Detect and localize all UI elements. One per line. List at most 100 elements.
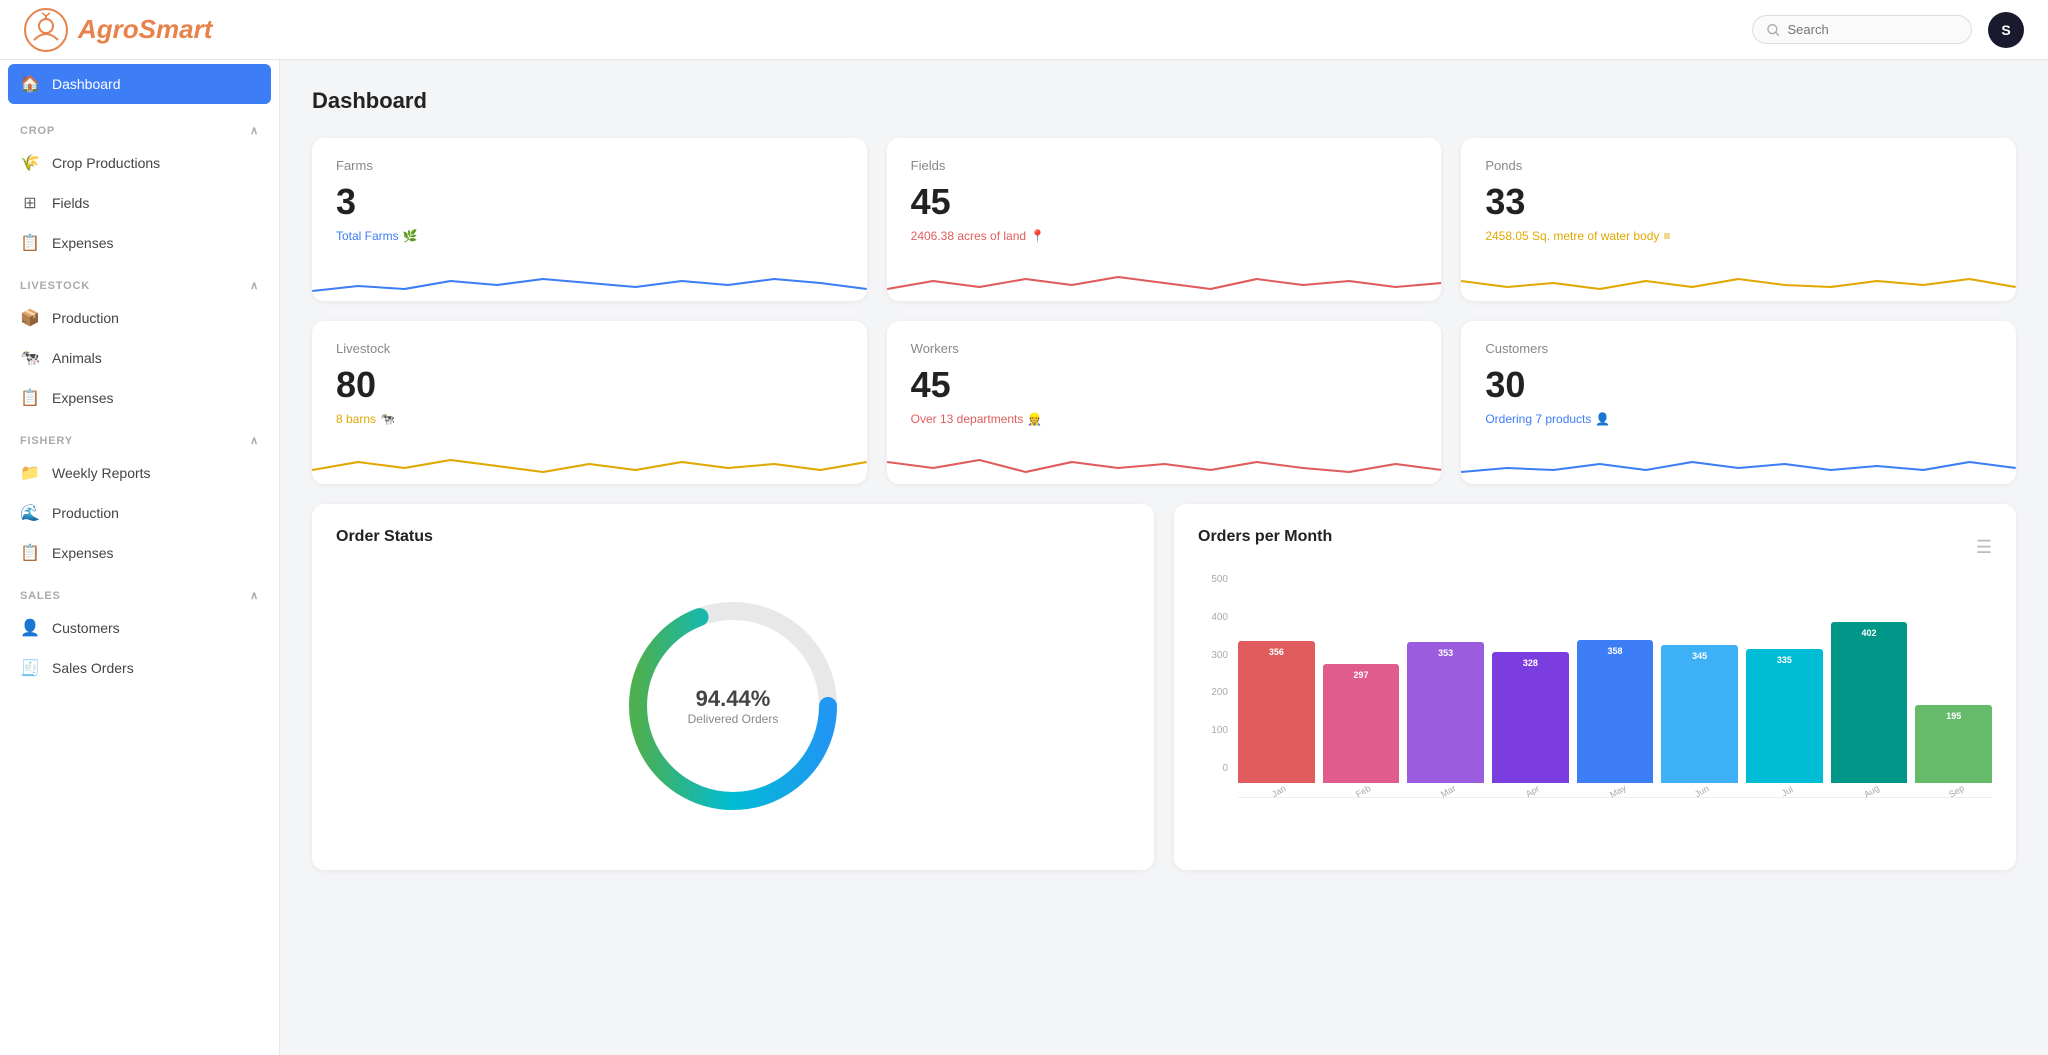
bar-xlabel: Jun <box>1693 783 1711 799</box>
bar-xlabel: Aug <box>1862 783 1881 800</box>
avatar: S <box>1988 12 2024 48</box>
stat-card-fields: Fields 45 2406.38 acres of land 📍 <box>887 138 1442 301</box>
bar-column: 402 Aug <box>1831 622 1908 797</box>
bar-rect: 345 <box>1661 645 1738 783</box>
bar-value: 345 <box>1692 651 1707 661</box>
section-chevron[interactable]: ∧ <box>250 279 259 292</box>
sidebar-item-label: Dashboard <box>52 76 121 92</box>
bar-xlabel: Jan <box>1270 783 1288 799</box>
order-status-title: Order Status <box>336 528 1130 546</box>
bar-column: 195 Sep <box>1915 705 1992 797</box>
sidebar-item-expenses-crop[interactable]: 📋 Expenses <box>0 223 279 263</box>
bar-column: 328 Apr <box>1492 652 1569 797</box>
orders-per-month-panel: Orders per Month ☰ 5004003002001000 356 … <box>1174 504 2016 870</box>
donut-percentage: 94.44% <box>688 686 779 712</box>
stat-label: Livestock <box>336 341 843 356</box>
sidebar-item-animals[interactable]: 🐄 Animals <box>0 338 279 378</box>
bar-rect: 356 <box>1238 641 1315 783</box>
expenses-icon: 📋 <box>20 233 40 253</box>
sidebar-item-label: Expenses <box>52 390 113 406</box>
main-content: Dashboard Farms 3 Total Farms 🌿 Fields 4… <box>280 60 2048 1055</box>
bar-xlabel: Sep <box>1947 783 1966 800</box>
expenses-icon: 📋 <box>20 388 40 408</box>
search-input[interactable] <box>1787 22 1957 37</box>
stat-card-livestock: Livestock 80 8 barns 🐄 <box>312 321 867 484</box>
donut-sub-label: Delivered Orders <box>688 712 779 726</box>
stat-sub: 2406.38 acres of land 📍 <box>911 229 1418 243</box>
sidebar-item-label: Production <box>52 310 119 326</box>
chart-menu-icon[interactable]: ☰ <box>1976 537 1992 558</box>
bar-rect: 195 <box>1915 705 1992 783</box>
sidebar-item-label: Fields <box>52 195 89 211</box>
sidebar-item-expenses-livestock[interactable]: 📋 Expenses <box>0 378 279 418</box>
bar-column: 345 Jun <box>1661 645 1738 797</box>
sidebar-item-sales-orders[interactable]: 🧾 Sales Orders <box>0 648 279 688</box>
app-layout: 🏠 Dashboard CROP ∧ 🌾 Crop Productions ⊞ … <box>0 60 2048 1055</box>
stat-label: Fields <box>911 158 1418 173</box>
section-chevron[interactable]: ∧ <box>250 434 259 447</box>
section-chevron[interactable]: ∧ <box>250 124 259 137</box>
sidebar-item-fields[interactable]: ⊞ Fields <box>0 183 279 223</box>
sparkline <box>887 434 1442 484</box>
bar-value: 356 <box>1269 647 1284 657</box>
sparkline <box>312 434 867 484</box>
bar-chart: 5004003002001000 356 Jan 297 Feb 353 Mar… <box>1198 574 1992 798</box>
bar-rect: 335 <box>1746 649 1823 783</box>
order-status-panel: Order Status <box>312 504 1154 870</box>
sidebar-item-customers[interactable]: 👤 Customers <box>0 608 279 648</box>
sidebar-item-livestock-production[interactable]: 📦 Production <box>0 298 279 338</box>
stat-sub: Total Farms 🌿 <box>336 229 843 243</box>
stat-card-ponds: Ponds 33 2458.05 Sq. metre of water body… <box>1461 138 2016 301</box>
crop-icon: 🌾 <box>20 153 40 173</box>
bar-column: 297 Feb <box>1323 664 1400 797</box>
home-icon: 🏠 <box>20 74 40 94</box>
orders-month-title: Orders per Month <box>1198 528 1332 546</box>
bar-rect: 328 <box>1492 652 1569 783</box>
sidebar-item-dashboard[interactable]: 🏠 Dashboard <box>8 64 271 104</box>
bar-xlabel: Feb <box>1354 783 1372 799</box>
donut-container: 94.44% Delivered Orders <box>336 566 1130 846</box>
page-title: Dashboard <box>312 88 2016 114</box>
sidebar-section-livestock: LIVESTOCK ∧ <box>0 263 279 298</box>
sidebar-item-expenses-fishery[interactable]: 📋 Expenses <box>0 533 279 573</box>
section-label: CROP <box>20 125 55 137</box>
bar-value: 402 <box>1862 628 1877 638</box>
stat-sub: 2458.05 Sq. metre of water body ≡ <box>1485 229 1992 243</box>
header-right: S <box>1752 12 2024 48</box>
stat-label: Workers <box>911 341 1418 356</box>
stat-value: 80 <box>336 364 843 406</box>
bar-xlabel: Apr <box>1524 783 1541 799</box>
customers-icon: 👤 <box>20 618 40 638</box>
stat-label: Customers <box>1485 341 1992 356</box>
logo-area: AgroSmart <box>24 8 304 52</box>
bar-column: 356 Jan <box>1238 641 1315 797</box>
sidebar-section-crop: CROP ∧ <box>0 108 279 143</box>
stats-grid: Farms 3 Total Farms 🌿 Fields 45 2406.38 … <box>312 138 2016 484</box>
sidebar-item-weekly-reports[interactable]: 📁 Weekly Reports <box>0 453 279 493</box>
search-box[interactable] <box>1752 15 1972 44</box>
section-label: FISHERY <box>20 435 73 447</box>
sidebar-item-crop-productions[interactable]: 🌾 Crop Productions <box>0 143 279 183</box>
bar-value: 353 <box>1438 648 1453 658</box>
bar-column: 353 Mar <box>1407 642 1484 797</box>
sidebar-item-label: Production <box>52 505 119 521</box>
sparkline <box>1461 434 2016 484</box>
sidebar-item-label: Crop Productions <box>52 155 160 171</box>
sales-orders-icon: 🧾 <box>20 658 40 678</box>
sidebar-item-fishery-production[interactable]: 🌊 Production <box>0 493 279 533</box>
app-name: AgroSmart <box>78 14 212 45</box>
stat-value: 30 <box>1485 364 1992 406</box>
section-label: SALES <box>20 590 61 602</box>
donut-label: 94.44% Delivered Orders <box>688 686 779 726</box>
sidebar-item-label: Customers <box>52 620 120 636</box>
bar-value: 335 <box>1777 655 1792 665</box>
bar-column: 358 May <box>1577 640 1654 797</box>
bar-rect: 402 <box>1831 622 1908 783</box>
animals-icon: 🐄 <box>20 348 40 368</box>
bar-xlabel: Mar <box>1439 783 1457 799</box>
panels-grid: Order Status <box>312 504 2016 870</box>
reports-icon: 📁 <box>20 463 40 483</box>
section-chevron[interactable]: ∧ <box>250 589 259 602</box>
stat-value: 3 <box>336 181 843 223</box>
sidebar: 🏠 Dashboard CROP ∧ 🌾 Crop Productions ⊞ … <box>0 60 280 1055</box>
